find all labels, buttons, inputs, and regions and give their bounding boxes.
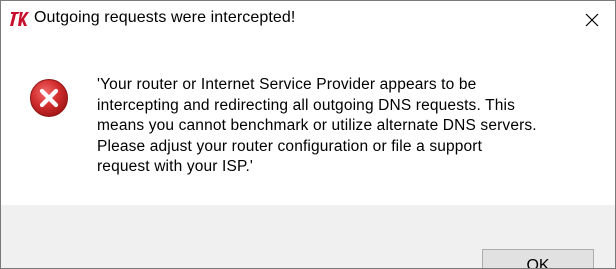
ok-button[interactable]: OK bbox=[482, 249, 594, 268]
error-icon bbox=[30, 79, 68, 117]
dialog-message: 'Your router or Internet Service Provide… bbox=[97, 76, 537, 175]
close-button[interactable] bbox=[569, 1, 615, 39]
dialog-content: 'Your router or Internet Service Provide… bbox=[1, 39, 615, 205]
window-title: Outgoing requests were intercepted! bbox=[34, 9, 296, 26]
close-icon bbox=[585, 13, 599, 27]
tk-feather-icon bbox=[10, 12, 29, 26]
dialog-window: Outgoing requests were intercepted! 'You… bbox=[0, 0, 616, 269]
button-bar: OK bbox=[1, 205, 615, 268]
title-bar[interactable]: Outgoing requests were intercepted! bbox=[1, 1, 615, 39]
